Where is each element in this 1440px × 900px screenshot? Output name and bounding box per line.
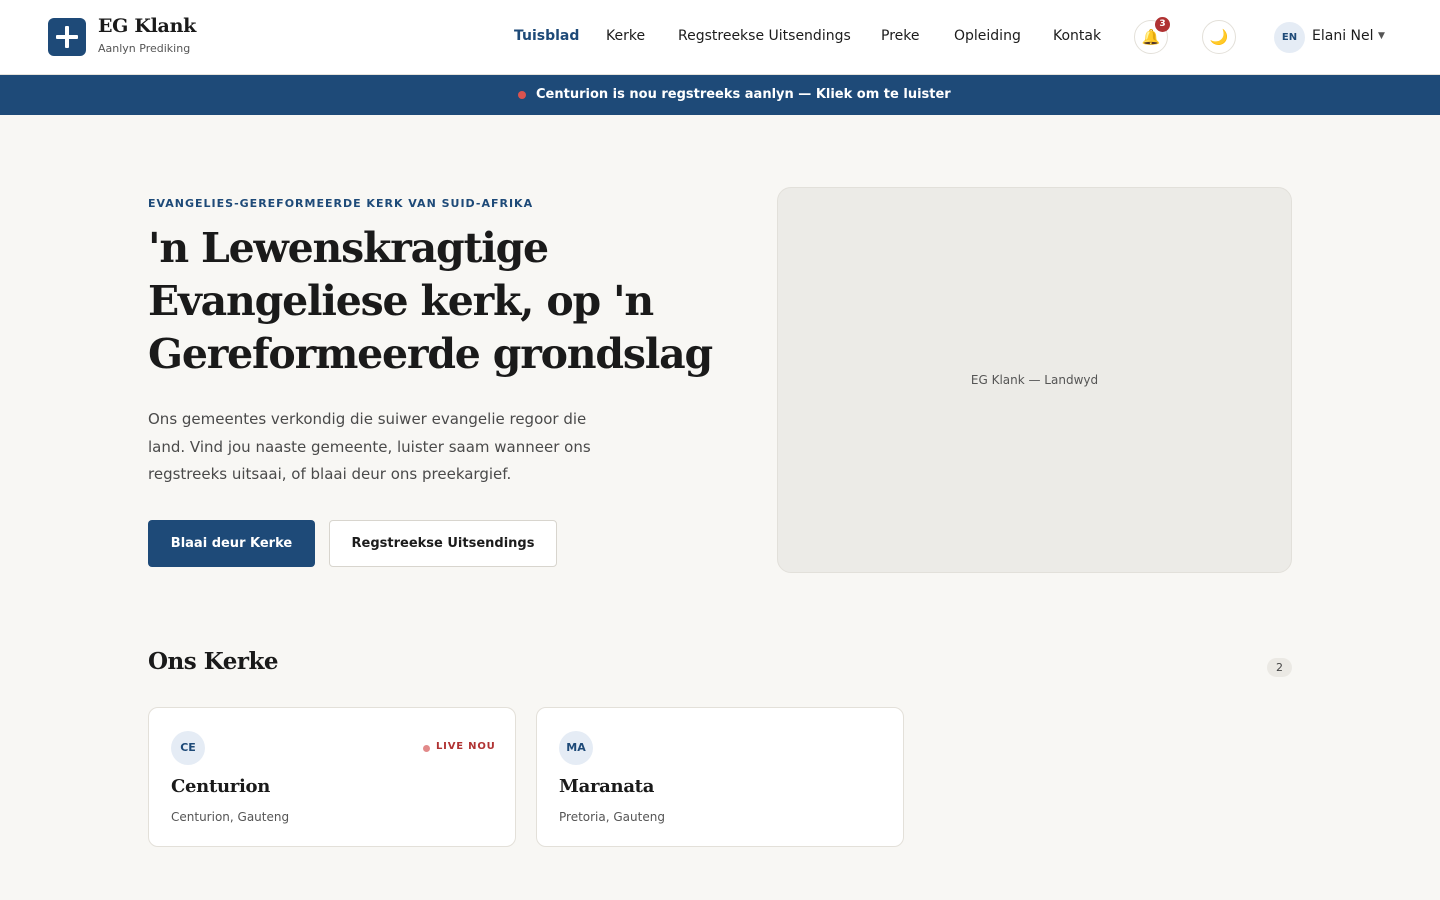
church-name: Maranata: [559, 776, 655, 797]
brand-tagline: Aanlyn Prediking: [98, 42, 191, 55]
nav-kontak[interactable]: Kontak: [1053, 28, 1101, 44]
hero-title: 'n Lewenskragtige Evangeliese kerk, op '…: [148, 224, 713, 378]
avatar: CE: [171, 731, 205, 765]
user-menu[interactable]: Elani Nel: [1312, 28, 1374, 44]
nav-kerke[interactable]: Kerke: [606, 28, 645, 44]
cross-icon[interactable]: [48, 18, 86, 56]
church-name: Centurion: [171, 776, 270, 797]
moon-icon: 🌙: [1209, 28, 1229, 46]
live-banner-text[interactable]: Centurion is nou regstreeks aanlyn — Kli…: [536, 87, 951, 102]
church-location: Pretoria, Gauteng: [559, 810, 665, 824]
live-indicator-icon: [423, 745, 430, 752]
hero-image: EG Klank — Landwyd: [777, 187, 1292, 573]
nav-tuisblad[interactable]: Tuisblad: [514, 28, 579, 44]
theme-toggle-button[interactable]: 🌙: [1202, 20, 1236, 54]
hero-eyebrow: EVANGELIES-GEREFORMEERDE KERK VAN SUID-A…: [148, 197, 534, 210]
hero-image-caption: EG Klank — Landwyd: [970, 373, 1099, 387]
church-card-centurion[interactable]: CE LIVE NOU Centurion Centurion, Gauteng: [148, 707, 516, 847]
live-broadcasts-button[interactable]: Regstreekse Uitsendings: [329, 520, 557, 567]
brand-name[interactable]: EG Klank: [98, 15, 196, 37]
nav-regstreekse-uitsendings[interactable]: Regstreekse Uitsendings: [678, 28, 851, 44]
nav-preke[interactable]: Preke: [881, 28, 919, 44]
language-switch[interactable]: EN: [1274, 22, 1305, 53]
church-location: Centurion, Gauteng: [171, 810, 290, 824]
avatar: MA: [559, 731, 593, 765]
hero-description: Ons gemeentes verkondig die suiwer evang…: [148, 410, 591, 483]
site-header: EG Klank Aanlyn Prediking Tuisblad Kerke…: [0, 0, 1440, 75]
notification-count-badge: 3: [1155, 17, 1170, 32]
live-status-badge: LIVE NOU: [436, 741, 496, 752]
churches-section-title: Ons Kerke: [148, 648, 279, 675]
church-card-maranata[interactable]: MA Maranata Pretoria, Gauteng: [536, 707, 904, 847]
chevron-down-icon[interactable]: ▼: [1378, 31, 1385, 41]
browse-churches-button[interactable]: Blaai deur Kerke: [148, 520, 315, 567]
nav-opleiding[interactable]: Opleiding: [954, 28, 1021, 44]
live-banner[interactable]: Centurion is nou regstreeks aanlyn — Kli…: [0, 75, 1440, 115]
live-indicator-icon: [518, 91, 526, 99]
churches-count-badge: 2: [1267, 658, 1292, 677]
